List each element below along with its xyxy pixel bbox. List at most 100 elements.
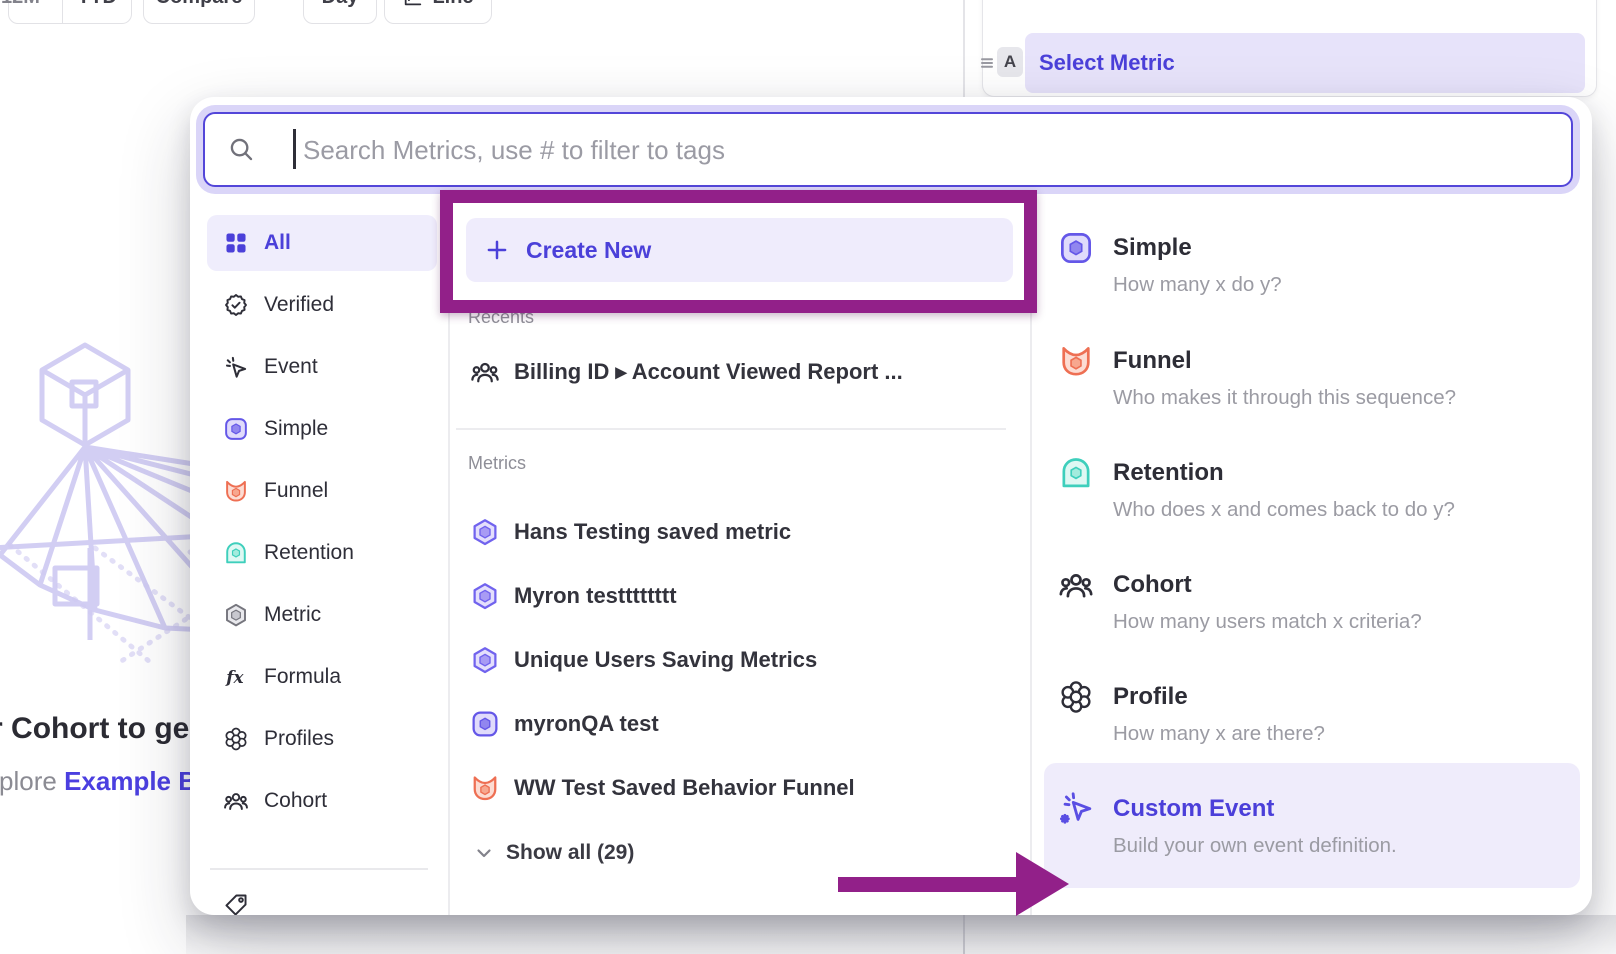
screen: r Cohort to ge xplore Example B 12M YTD … xyxy=(0,0,1616,954)
sidebar-item-simple[interactable]: Simple xyxy=(207,401,437,457)
list-item-label: WW Test Saved Behavior Funnel xyxy=(514,775,855,801)
search-icon xyxy=(227,135,255,163)
cohort-icon xyxy=(470,357,500,387)
retention-icon xyxy=(1058,455,1094,491)
sidebar-divider xyxy=(210,868,428,870)
list-item-myron-testttttttt[interactable]: Myron testttttttt xyxy=(470,568,1010,624)
funnel-icon xyxy=(470,773,500,803)
list-item-label: Unique Users Saving Metrics xyxy=(514,647,817,673)
sidebar-item-label: Metric xyxy=(264,603,321,627)
list-item-label: Myron testttttttt xyxy=(514,583,677,609)
sidebar-item-funnel[interactable]: Funnel xyxy=(207,463,437,519)
list-item-ww-test-saved-behavior-funnel[interactable]: WW Test Saved Behavior Funnel xyxy=(470,760,1010,816)
sidebar-item-cohort[interactable]: Cohort xyxy=(207,773,437,829)
cohort-icon xyxy=(223,788,249,814)
saved-metric-icon xyxy=(470,581,500,611)
metric-type-custom-event[interactable]: Custom EventBuild your own event definit… xyxy=(1042,765,1580,877)
popup-shadow-band xyxy=(186,915,1616,954)
grid-icon xyxy=(223,230,249,256)
sidebar-item-label: All xyxy=(264,231,291,255)
range-12m-button[interactable]: 12M xyxy=(0,0,54,23)
page-divider-segment xyxy=(963,915,965,954)
subtext-fragment: xplore xyxy=(0,766,57,796)
chart-type-line-button[interactable]: Line xyxy=(384,0,492,24)
funnel-icon xyxy=(223,478,249,504)
sidebar-item-label: Formula xyxy=(264,665,341,689)
search-box[interactable] xyxy=(203,112,1573,187)
date-range-control[interactable]: 12M YTD xyxy=(8,0,132,24)
granularity-day-button[interactable]: Day xyxy=(303,0,377,24)
metric-type-description: How many x do y? xyxy=(1113,269,1282,301)
metric-type-description: Build your own event definition. xyxy=(1113,830,1397,862)
drag-handle-icon[interactable] xyxy=(975,51,999,75)
list-item-label: Billing ID ▸ Account Viewed Report ... xyxy=(514,359,903,385)
sidebar-item-label: Event xyxy=(264,355,318,379)
custom-event-icon xyxy=(1058,791,1094,827)
list-item-hans-testing-saved-metric[interactable]: Hans Testing saved metric xyxy=(470,504,1010,560)
chevron-down-icon xyxy=(472,841,496,865)
metric-type-description: How many users match x criteria? xyxy=(1113,606,1422,638)
sidebar-item-event[interactable]: Event xyxy=(207,339,437,395)
metric-type-simple[interactable]: SimpleHow many x do y? xyxy=(1042,204,1580,316)
sidebar-item-verified[interactable]: Verified xyxy=(207,277,437,333)
heading-fragment: r xyxy=(0,712,3,745)
cohort-icon xyxy=(1058,567,1094,603)
metric-type-profile[interactable]: ProfileHow many x are there? xyxy=(1042,653,1580,765)
sidebar-item-all[interactable]: All xyxy=(207,215,437,271)
sidebar-item-label: Retention xyxy=(264,541,354,565)
metric-type-retention[interactable]: RetentionWho does x and comes back to do… xyxy=(1042,429,1580,541)
funnel-icon xyxy=(1058,343,1094,379)
sidebar-item-label: Funnel xyxy=(264,479,328,503)
simple-icon xyxy=(1058,230,1094,266)
metric-type-description: Who does x and comes back to do y? xyxy=(1113,494,1455,526)
metric-type-title: Simple xyxy=(1113,230,1192,266)
annotation-highlight-box xyxy=(440,190,1037,313)
verified-badge-icon xyxy=(223,292,249,318)
search-input[interactable] xyxy=(301,114,1545,187)
event-cursor-icon xyxy=(223,354,249,380)
list-item-unique-users-saving-metrics[interactable]: Unique Users Saving Metrics xyxy=(470,632,1010,688)
metric-type-description: Who makes it through this sequence? xyxy=(1113,382,1456,414)
range-ytd-button[interactable]: YTD xyxy=(62,0,153,23)
show-all-button[interactable]: Show all (29) xyxy=(472,829,634,877)
metric-slot-card: A Select Metric xyxy=(982,0,1597,97)
metric-type-title: Custom Event xyxy=(1113,791,1274,827)
metric-type-description: How many x are there? xyxy=(1113,718,1325,750)
formula-icon: fx xyxy=(223,664,249,690)
sidebar-item-item[interactable] xyxy=(207,877,437,915)
metric-type-title: Cohort xyxy=(1113,567,1192,603)
metrics-header: Metrics xyxy=(468,453,526,474)
example-link[interactable]: Example B xyxy=(64,766,197,796)
metric-type-cohort[interactable]: CohortHow many users match x criteria? xyxy=(1042,541,1580,653)
profiles-icon xyxy=(223,726,249,752)
list-item-billing-id-account-viewed-report[interactable]: Billing ID ▸ Account Viewed Report ... xyxy=(470,344,1010,400)
metric-hexagon-icon xyxy=(223,602,249,628)
profiles-icon xyxy=(1058,679,1094,715)
background-subtext: xplore Example B xyxy=(0,766,197,797)
sidebar-item-retention[interactable]: Retention xyxy=(207,525,437,581)
text-cursor xyxy=(293,129,296,169)
list-item-label: myronQA test xyxy=(514,711,659,737)
sidebar-item-label: Cohort xyxy=(264,789,327,813)
section-divider xyxy=(456,428,1006,430)
simple-icon xyxy=(470,709,500,739)
sidebar-item-metric[interactable]: Metric xyxy=(207,587,437,643)
saved-metric-icon xyxy=(470,517,500,547)
metric-type-title: Funnel xyxy=(1113,343,1192,379)
retention-icon xyxy=(223,540,249,566)
metric-type-title: Profile xyxy=(1113,679,1188,715)
sidebar-item-formula[interactable]: fx Formula xyxy=(207,649,437,705)
tag-icon xyxy=(223,892,249,915)
select-metric-slot[interactable]: Select Metric xyxy=(1025,33,1585,93)
list-item-myronqa-test[interactable]: myronQA test xyxy=(470,696,1010,752)
caret-down-icon xyxy=(121,0,139,6)
sidebar-item-profiles[interactable]: Profiles xyxy=(207,711,437,767)
metric-type-title: Retention xyxy=(1113,455,1224,491)
sidebar-item-label: Verified xyxy=(264,293,334,317)
svg-text:fx: fx xyxy=(225,667,244,687)
metric-type-funnel[interactable]: FunnelWho makes it through this sequence… xyxy=(1042,317,1580,429)
simple-icon xyxy=(223,416,249,442)
compare-button[interactable]: Compare xyxy=(143,0,255,24)
list-item-label: Hans Testing saved metric xyxy=(514,519,791,545)
sidebar-item-label: Simple xyxy=(264,417,328,441)
